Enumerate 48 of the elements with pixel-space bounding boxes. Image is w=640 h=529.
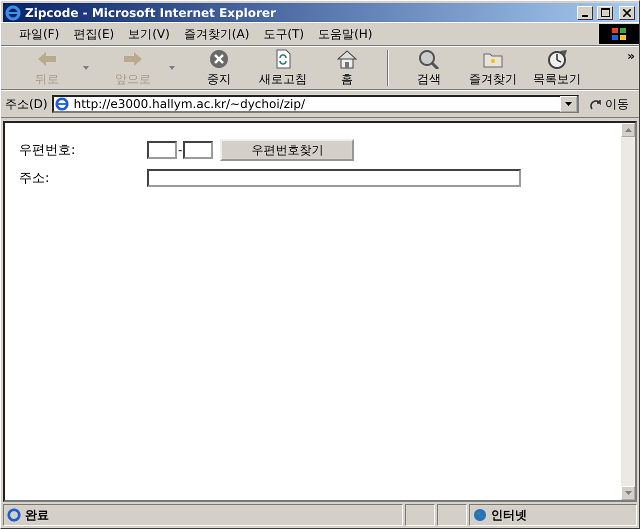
toolbar-icon: [546, 48, 568, 68]
close-button[interactable]: [619, 6, 635, 20]
minimize-button[interactable]: [577, 6, 593, 20]
zipcode-field[interactable]: [183, 141, 214, 159]
toolbar-button[interactable]: 홈: [315, 46, 379, 90]
caret-icon: [565, 102, 572, 106]
menu-item[interactable]: 도구(T): [257, 26, 310, 42]
status-panel: [405, 504, 435, 526]
toolbar-button[interactable]: 목록보기: [525, 46, 589, 90]
toolbar-button[interactable]: 새로고침: [251, 46, 315, 90]
scroll-up-button[interactable]: [621, 123, 635, 137]
window-title: Zipcode - Microsoft Internet Explorer: [25, 6, 277, 20]
zone-text: 인터넷: [491, 506, 527, 524]
menu-item[interactable]: 도움말(H): [312, 26, 378, 42]
toolbar-button[interactable]: 중지: [187, 46, 251, 90]
minimize-icon: [582, 14, 588, 16]
more-button[interactable]: »: [623, 47, 639, 65]
zipcode-search-button[interactable]: 우편번호찾기: [220, 139, 354, 161]
menu-item[interactable]: 즐겨찾기(A): [178, 26, 256, 42]
menu-item[interactable]: 보기(V): [122, 26, 176, 42]
scroll-down-button[interactable]: [621, 486, 635, 500]
toolbar-button[interactable]: 검색: [397, 46, 461, 90]
zipcode-field[interactable]: [147, 141, 177, 159]
toolbar-icon: [418, 48, 440, 68]
close-icon: [623, 8, 631, 16]
maximize-button[interactable]: [597, 6, 613, 20]
globe-icon: [473, 508, 487, 522]
address-input[interactable]: [147, 169, 521, 187]
up-icon: [624, 128, 632, 132]
flag-icon: [611, 27, 627, 41]
zipcode-label: 우편번호:: [19, 142, 76, 160]
menu-item[interactable]: 파일(F): [13, 26, 66, 42]
go-button[interactable]: 이동: [583, 96, 635, 112]
arrow-icon: [589, 97, 603, 111]
address-label: 주소:: [19, 170, 50, 187]
menu-item[interactable]: 편집(E): [67, 26, 120, 42]
separator-text: -: [178, 143, 182, 157]
status-panel: [437, 504, 467, 526]
dropdown-button[interactable]: [560, 96, 577, 112]
toolbar-icon: [208, 48, 230, 68]
status-text: 완료: [25, 506, 49, 524]
address-label: 주소(D): [5, 96, 48, 112]
browser-icon: [5, 4, 21, 20]
down-icon: [624, 491, 632, 495]
toolbar-button[interactable]: 즐겨찾기: [461, 46, 525, 90]
toolbar-icon: [336, 48, 358, 68]
address-field[interactable]: http://e3000.hallym.ac.kr/~dychoi/zip/: [52, 95, 579, 113]
maximize-icon: [600, 8, 610, 17]
